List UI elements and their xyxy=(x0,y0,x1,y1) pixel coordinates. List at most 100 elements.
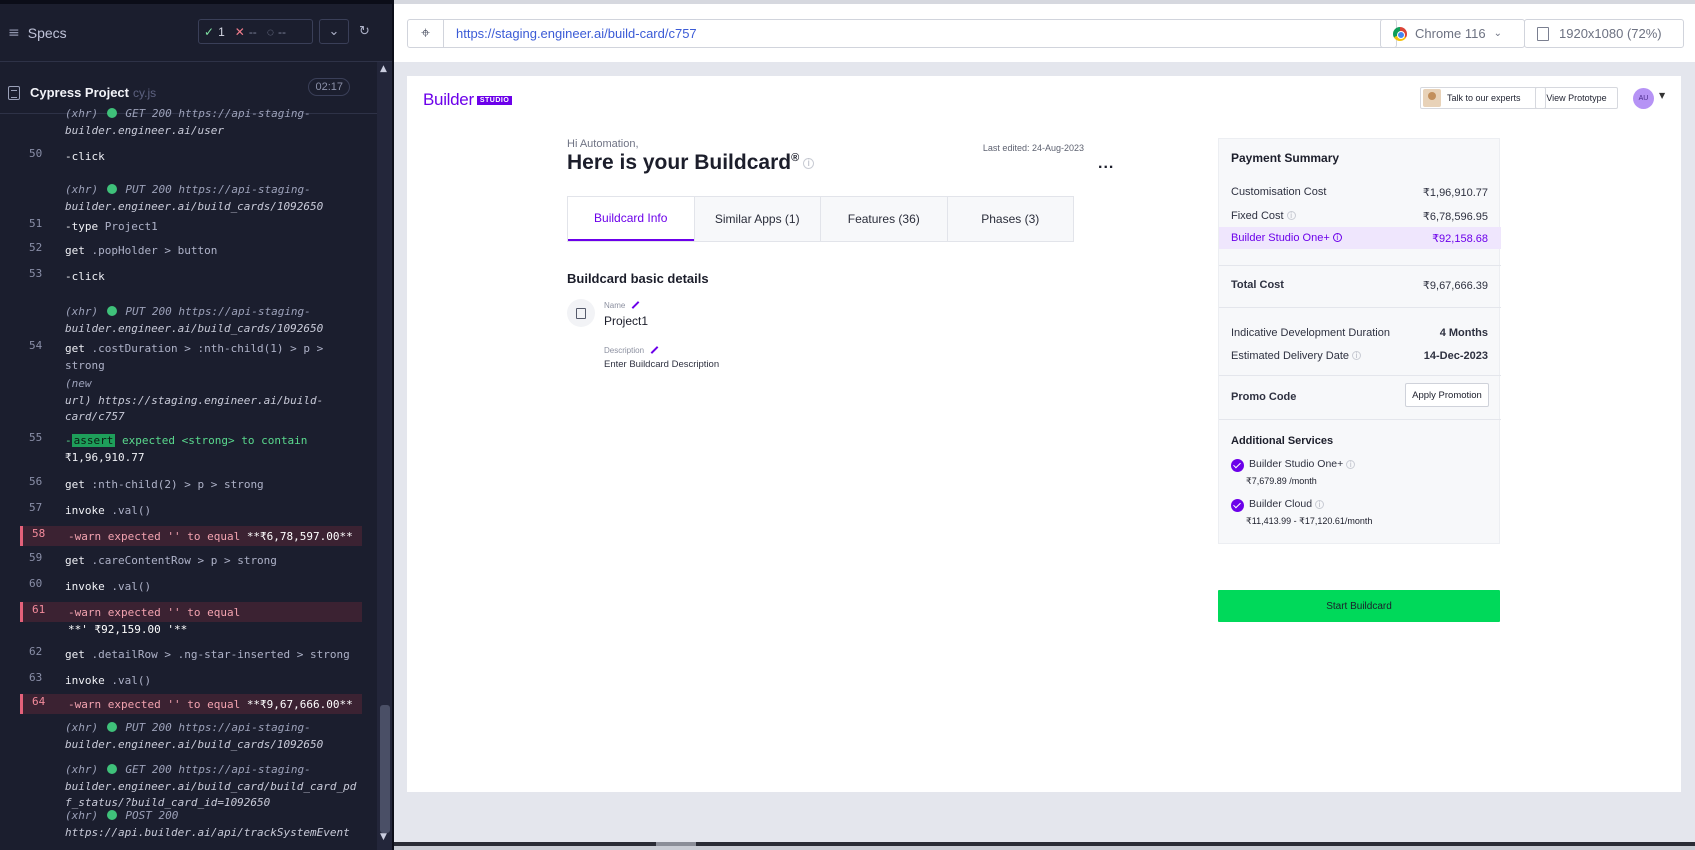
expert-avatar xyxy=(1423,89,1441,107)
log-row[interactable]: (xhr) PUT 200 https://api-staging-builde… xyxy=(20,720,362,753)
service2-check-icon[interactable] xyxy=(1231,499,1244,512)
log-arg: .val() xyxy=(104,580,152,593)
talk-experts-button[interactable]: Talk to our experts xyxy=(1420,87,1546,109)
log-row-number: 55 xyxy=(29,431,43,444)
warn-value: **' ₹92,159.00 '** xyxy=(68,622,188,636)
info-icon[interactable]: i xyxy=(1346,460,1356,469)
log-row[interactable]: 61 -warn expected '' to equal **' ₹92,159… xyxy=(20,602,362,636)
log-row-text: get .costDuration > :nth-child(1) > p > s… xyxy=(65,341,356,374)
tab-similar-apps[interactable]: Similar Apps (1) xyxy=(693,197,820,241)
apply-promotion-button[interactable]: Apply Promotion xyxy=(1405,383,1489,407)
log-row[interactable]: 58 -warn expected '' to equal **₹6,78,597… xyxy=(20,526,362,546)
crosshair-icon[interactable]: ⌖ xyxy=(408,20,444,47)
log-row[interactable]: 50 -click xyxy=(20,146,362,166)
bottom-scrollbar[interactable] xyxy=(394,842,1695,850)
document-icon xyxy=(8,85,20,100)
info-icon[interactable]: i xyxy=(1286,211,1296,220)
log-row[interactable]: 55 - assert expected <strong> to contain ₹1… xyxy=(20,430,362,470)
viewport-selector[interactable]: 1920x1080 (72%) xyxy=(1524,19,1684,48)
log-row[interactable]: (xhr) GET 200 https://api-staging-builde… xyxy=(20,762,362,812)
log-row[interactable]: 51 -type Project1 xyxy=(20,216,362,236)
log-xhr-type: (xhr) xyxy=(65,763,105,776)
info-icon[interactable]: i xyxy=(803,158,815,169)
log-row-text: get .detailRow > .ng-star-inserted > str… xyxy=(65,647,356,664)
name-value: Project1 xyxy=(604,314,649,328)
view-prototype-button[interactable]: View Prototype xyxy=(1535,87,1618,109)
log-command: get xyxy=(65,478,85,491)
info-icon[interactable]: i xyxy=(1332,233,1342,242)
log-row[interactable]: (new url) https://staging.engineer.ai/bui… xyxy=(20,376,362,426)
caret-down-icon[interactable]: ▼ xyxy=(1659,91,1665,100)
refresh-icon: ↻ xyxy=(359,24,370,39)
edit-description-icon[interactable] xyxy=(650,346,659,354)
test-stats: ✓ 1 ✕ -- ◌ -- xyxy=(198,19,313,44)
log-row[interactable]: 60 invoke .val() xyxy=(20,576,362,596)
log-row-text: -click xyxy=(65,269,356,286)
scroll-up-icon[interactable]: ▲ xyxy=(380,64,387,74)
log-command: -click xyxy=(65,270,105,283)
log-row-text: invoke .val() xyxy=(65,673,356,690)
builder-logo[interactable]: Builder STUDIO xyxy=(423,90,513,110)
log-row[interactable]: 53 -click xyxy=(20,266,362,286)
service2-name: Builder Cloud i xyxy=(1249,498,1325,510)
log-row-text: (new url) https://staging.engineer.ai/bui… xyxy=(65,376,356,426)
log-row[interactable]: (xhr) GET 200 https://api-staging-builde… xyxy=(20,106,362,139)
log-row-number: 57 xyxy=(29,501,43,514)
chevron-down-button[interactable]: ⌄ xyxy=(319,19,349,44)
log-row-number: 61 xyxy=(32,603,46,616)
log-xhr-type: (xhr) xyxy=(65,809,105,822)
log-command: get xyxy=(65,554,85,567)
log-scroll-thumb[interactable] xyxy=(380,705,390,833)
log-arg: .val() xyxy=(104,674,152,687)
log-command: invoke xyxy=(65,674,105,687)
log-xhr-request: GET 200 https://api-staging- xyxy=(118,107,311,120)
scroll-down-icon[interactable]: ▼ xyxy=(380,832,387,842)
assert-badge: assert xyxy=(71,434,116,447)
service1-check-icon[interactable] xyxy=(1231,459,1244,472)
log-newurl-part: card/c757 xyxy=(65,410,125,423)
more-options-icon[interactable]: ... xyxy=(1098,155,1114,173)
log-row[interactable]: 56 get :nth-child(2) > p > strong xyxy=(20,474,362,494)
payment-title: Payment Summary xyxy=(1231,151,1340,165)
service2-price: ₹11,413.99 - ₹17,120.61/month xyxy=(1246,516,1373,526)
log-row[interactable]: 62 get .detailRow > .ng-star-inserted > s… xyxy=(20,644,362,664)
description-value[interactable]: Enter Buildcard Description xyxy=(604,359,719,370)
log-row[interactable]: (xhr) PUT 200 https://api-staging-builde… xyxy=(20,304,362,337)
info-icon[interactable]: i xyxy=(1315,500,1325,509)
log-row-number: 59 xyxy=(29,551,43,564)
log-xhr-url: https://api.builder.ai/api/trackSystemEv… xyxy=(65,825,350,839)
chrome-icon xyxy=(1393,26,1407,41)
user-avatar[interactable]: AU xyxy=(1633,88,1654,109)
tab-phases[interactable]: Phases (3) xyxy=(946,197,1073,241)
log-row[interactable]: (xhr) POST 200 https://api.builder.ai/api… xyxy=(20,808,362,841)
assert-text: expected <strong> to contain xyxy=(115,434,308,447)
log-arg: .detailRow > .ng-star-inserted > strong xyxy=(84,648,350,661)
tab-features[interactable]: Features (36) xyxy=(820,197,947,241)
log-row[interactable]: 57 invoke .val() xyxy=(20,500,362,520)
address-bar[interactable]: ⌖ https://staging.engineer.ai/build-card… xyxy=(407,19,1397,48)
log-row-text: (xhr) GET 200 https://api-staging-builde… xyxy=(65,106,356,139)
log-row[interactable]: 54 get .costDuration > :nth-child(1) > p … xyxy=(20,338,362,374)
log-row[interactable]: 64 -warn expected '' to equal **₹9,67,666… xyxy=(20,694,362,714)
log-arg: .careContentRow > p > strong xyxy=(84,554,277,567)
chevron-down-icon: ⌄ xyxy=(328,24,340,39)
status-dot-icon xyxy=(106,764,117,774)
rerun-button[interactable]: ↻ xyxy=(351,19,378,44)
log-row[interactable]: 52 get .popHolder > button xyxy=(20,240,362,260)
log-row[interactable]: 59 get .careContentRow > p > strong xyxy=(20,550,362,570)
log-row[interactable]: 63 invoke .val() xyxy=(20,670,362,690)
browser-selector[interactable]: Chrome 116 ⌄ xyxy=(1380,19,1525,48)
log-newurl-part: (new xyxy=(65,377,92,390)
start-buildcard-button[interactable]: Start Buildcard xyxy=(1218,590,1500,622)
separator xyxy=(1219,307,1501,308)
log-row[interactable]: (xhr) PUT 200 https://api-staging-builde… xyxy=(20,182,362,215)
edit-name-icon[interactable] xyxy=(631,301,640,309)
service1-name: Builder Studio One+ i xyxy=(1249,458,1356,470)
tab-buildcard-info[interactable]: Buildcard Info xyxy=(568,197,694,241)
customisation-row: Customisation Cost ₹1,96,910.77 xyxy=(1231,186,1488,199)
spinner-icon: ◌ xyxy=(266,24,274,39)
bottom-scroll-thumb[interactable] xyxy=(656,842,696,846)
panel-divider[interactable] xyxy=(392,0,394,850)
info-icon[interactable]: i xyxy=(1352,351,1361,360)
log-xhr-url: builder.engineer.ai/build_card/build_car… xyxy=(65,779,357,793)
